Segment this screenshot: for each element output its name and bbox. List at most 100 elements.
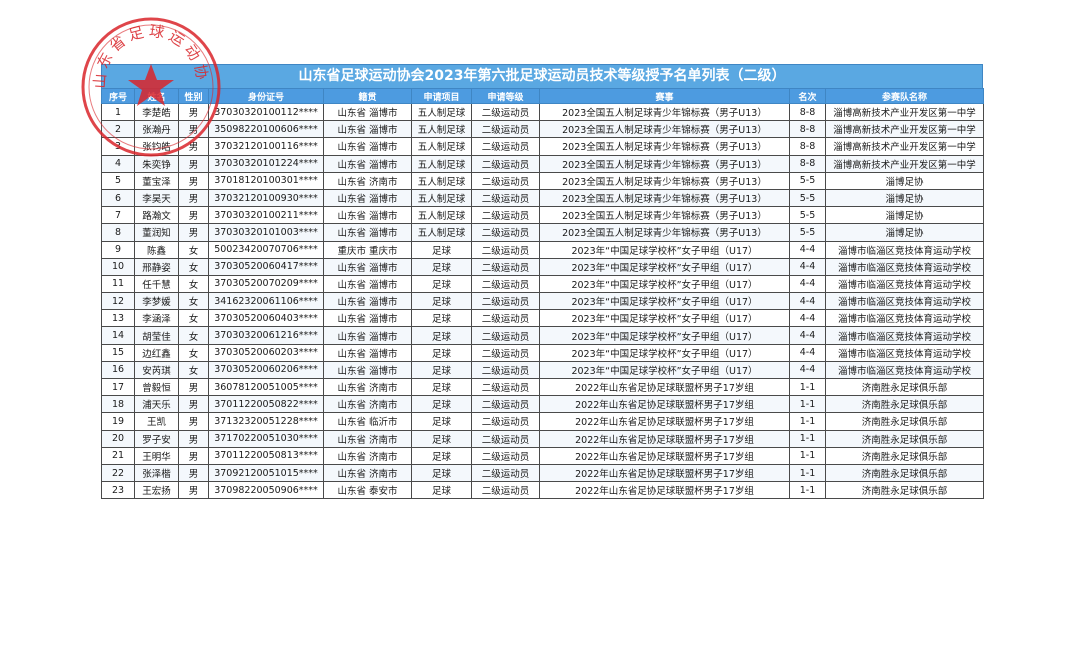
col-id-number-cell: 37032120100116**** [208,137,324,156]
table-row: 21 王明华男 37011220050813**** 山东省 济南市 足球 二级运动员 20… [101,446,984,465]
col-index-cell: 10 [101,257,135,276]
col-level-cell: 二级运动员 [471,240,540,259]
col-origin-cell: 山东省 淄博市 [323,137,412,156]
col-name-cell: 王凯 [134,412,179,431]
col-gender-cell: 男 [178,223,209,242]
col-gender-cell: 男 [178,188,209,208]
col-event-type-cell: 五人制足球 [411,171,472,190]
col-origin-cell: 山东省 济南市 [323,429,412,448]
col-id-number-cell: 37030320061216**** [208,326,324,345]
col-competition-cell: 2023年“中国足球学校杯”女子甲组（U17） [539,274,790,294]
col-competition-cell: 2022年山东省足协足球联盟杯男子17岁组 [539,429,790,448]
col-index-cell: 5 [101,171,135,190]
col-id-number-cell: 37030520060417**** [208,257,324,276]
table-row: 22 张泽楷男 37092120051015**** 山东省 济南市 足球 二级运动员 20… [101,463,984,483]
col-event-type-cell: 足球 [411,309,472,328]
col-id-number-cell: 37030320101003**** [208,223,324,242]
col-team-cell: 济南胜永足球俱乐部 [825,481,984,500]
header-col-name: 姓名 [134,88,179,104]
col-index-cell: 13 [101,309,135,328]
col-name-cell: 边红鑫 [134,343,179,362]
col-event-type-cell: 五人制足球 [411,206,472,225]
col-rank-cell: 8-8 [789,154,826,173]
col-rank-cell: 1-1 [789,463,826,483]
col-origin-cell: 山东省 淄博市 [323,188,412,208]
col-origin-cell: 山东省 淄博市 [323,154,412,173]
col-rank-cell: 4-4 [789,292,826,311]
col-id-number-cell: 37098220050906**** [208,481,324,500]
col-id-number-cell: 37011220050813**** [208,446,324,465]
col-event-type-cell: 五人制足球 [411,154,472,173]
col-competition-cell: 2023年“中国足球学校杯”女子甲组（U17） [539,240,790,259]
table-row: 16 安芮琪女 37030520060206**** 山东省 淄博市 足球 二级运动员 20… [101,360,984,380]
table-body: 1 李楚皓男 37030320100112**** 山东省 淄博市 五人制足球 二级运动员… [101,102,984,500]
col-competition-cell: 2023年“中国足球学校杯”女子甲组（U17） [539,292,790,311]
col-team-cell: 淄博市临淄区竞技体育运动学校 [825,240,984,259]
col-event-type-cell: 足球 [411,429,472,448]
col-id-number-cell: 37132320051228**** [208,412,324,431]
col-level-cell: 二级运动员 [471,429,540,448]
col-origin-cell: 山东省 泰安市 [323,481,412,500]
col-team-cell: 淄博市临淄区竞技体育运动学校 [825,360,984,380]
col-level-cell: 二级运动员 [471,120,540,139]
col-id-number-cell: 50023420070706**** [208,240,324,259]
col-team-cell: 淄博高新技术产业开发区第一中学 [825,137,984,156]
col-origin-cell: 山东省 淄博市 [323,102,412,122]
col-level-cell: 二级运动员 [471,360,540,380]
col-competition-cell: 2022年山东省足协足球联盟杯男子17岁组 [539,412,790,431]
col-name-cell: 浦天乐 [134,395,179,414]
col-competition-cell: 2022年山东省足协足球联盟杯男子17岁组 [539,446,790,465]
col-event-type-cell: 足球 [411,343,472,362]
col-event-type-cell: 五人制足球 [411,120,472,139]
col-level-cell: 二级运动员 [471,446,540,465]
col-rank-cell: 1-1 [789,395,826,414]
col-level-cell: 二级运动员 [471,137,540,156]
col-level-cell: 二级运动员 [471,257,540,276]
col-competition-cell: 2023全国五人制足球青少年锦标赛（男子U13） [539,223,790,242]
col-team-cell: 淄博高新技术产业开发区第一中学 [825,102,984,122]
col-gender-cell: 男 [178,446,209,465]
col-gender-cell: 男 [178,429,209,448]
col-competition-cell: 2023全国五人制足球青少年锦标赛（男子U13） [539,188,790,208]
col-name-cell: 安芮琪 [134,360,179,380]
header-col-event-type: 申请项目 [411,88,472,104]
col-gender-cell: 男 [178,481,209,500]
col-gender-cell: 男 [178,206,209,225]
col-team-cell: 淄博高新技术产业开发区第一中学 [825,154,984,173]
col-rank-cell: 4-4 [789,309,826,328]
col-team-cell: 淄博高新技术产业开发区第一中学 [825,120,984,139]
col-index-cell: 15 [101,343,135,362]
col-rank-cell: 5-5 [789,223,826,242]
col-index-cell: 4 [101,154,135,173]
col-origin-cell: 山东省 淄博市 [323,223,412,242]
col-rank-cell: 8-8 [789,102,826,122]
col-index-cell: 9 [101,240,135,259]
col-id-number-cell: 37030320101224**** [208,154,324,173]
col-team-cell: 淄博市临淄区竞技体育运动学校 [825,343,984,362]
header-col-id-number: 身份证号 [208,88,324,104]
col-team-cell: 济南胜永足球俱乐部 [825,446,984,465]
document-title: 山东省足球运动协会2023年第六批足球运动员技术等级授予名单列表（二级） [101,64,983,88]
table-row: 6 李昊天男 37032120100930**** 山东省 淄博市 五人制足球 二级运动员… [101,188,984,208]
table-row: 14 胡莹佳女 37030320061216**** 山东省 淄博市 足球 二级运动员 20… [101,326,984,345]
col-event-type-cell: 足球 [411,257,472,276]
col-competition-cell: 2023年“中国足球学校杯”女子甲组（U17） [539,257,790,276]
table-row: 1 李楚皓男 37030320100112**** 山东省 淄博市 五人制足球 二级运动员… [101,102,984,122]
table-row: 18 浦天乐男 37011220050822**** 山东省 济南市 足球 二级运动员 20… [101,395,984,414]
col-name-cell: 曾毅恒 [134,377,179,397]
roster-table: 序号 姓名 性别 身份证号 籍贯 申请项目 申请等级 赛事 名次 参赛队名称 1 李楚皓男 37030… [101,88,984,500]
col-level-cell: 二级运动员 [471,395,540,414]
col-event-type-cell: 足球 [411,292,472,311]
col-gender-cell: 男 [178,120,209,139]
col-name-cell: 李涵泽 [134,309,179,328]
col-event-type-cell: 足球 [411,360,472,380]
col-rank-cell: 1-1 [789,446,826,465]
col-level-cell: 二级运动员 [471,463,540,483]
col-rank-cell: 4-4 [789,257,826,276]
col-id-number-cell: 37030520060403**** [208,309,324,328]
col-level-cell: 二级运动员 [471,102,540,122]
header-col-gender: 性别 [178,88,209,104]
col-level-cell: 二级运动员 [471,223,540,242]
col-gender-cell: 男 [178,463,209,483]
col-index-cell: 19 [101,412,135,431]
